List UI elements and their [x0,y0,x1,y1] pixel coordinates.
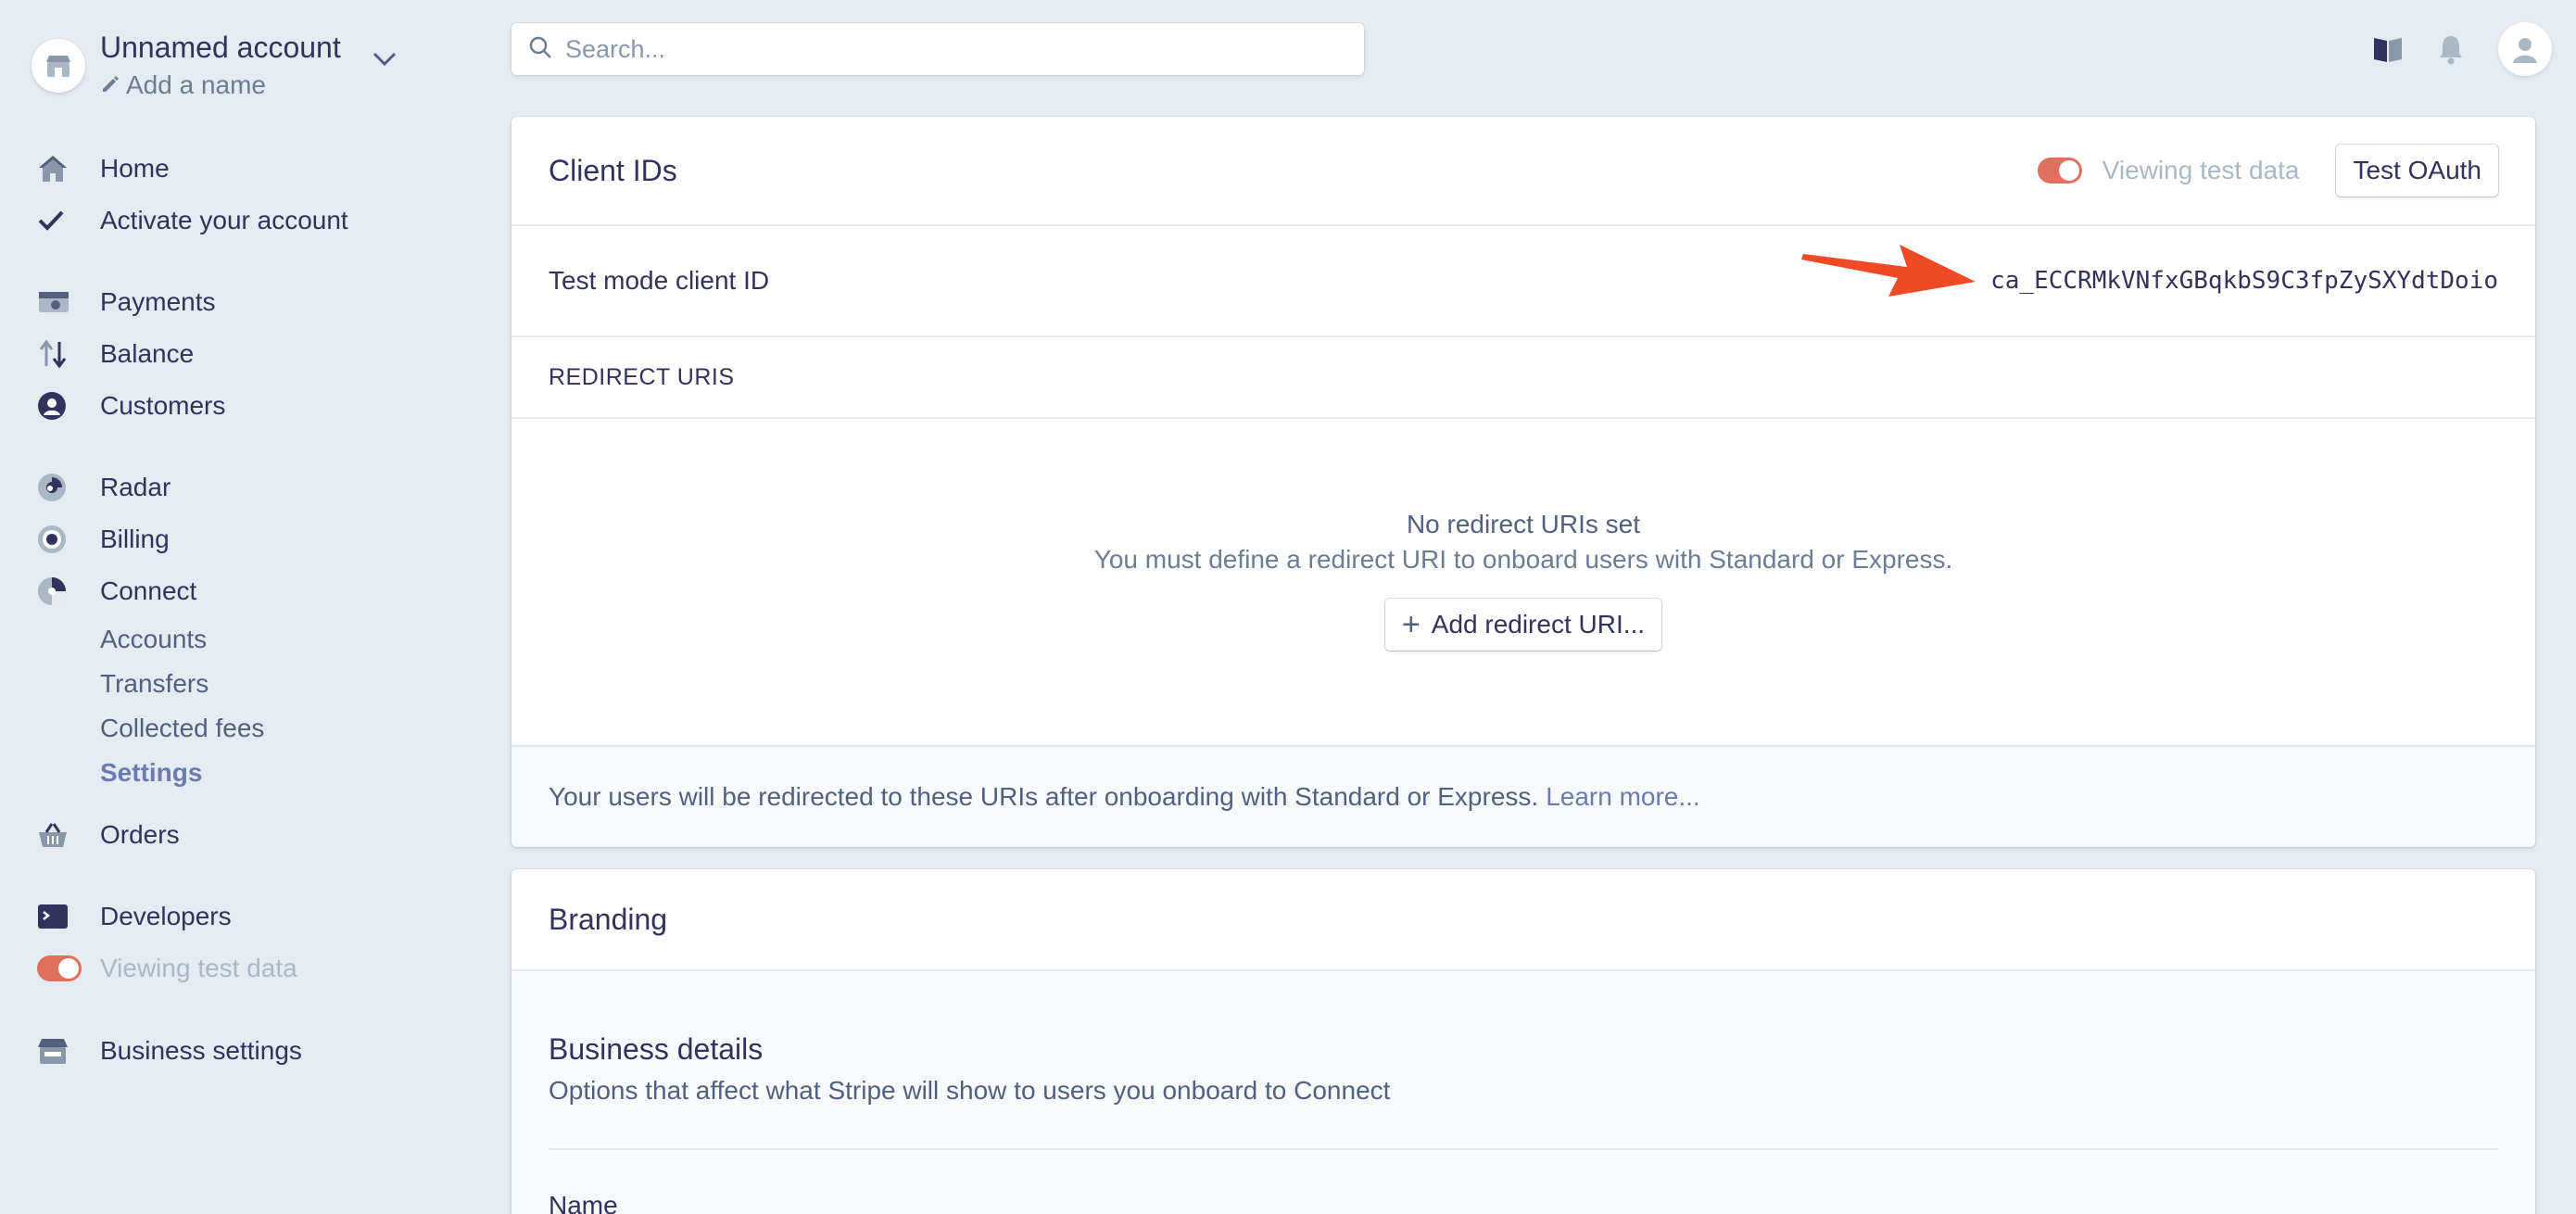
sidebar-item-orders[interactable]: Orders [37,809,180,861]
name-label: Name [549,1191,618,1214]
footer-text: Your users will be redirected to these U… [549,782,1539,811]
sidebar-item-connect[interactable]: Connect [37,565,196,617]
client-id-row: Test mode client ID ca_ECCRMkVNfxGBqkbS9… [511,226,2535,337]
sidebar-subitem-settings[interactable]: Settings [100,752,202,793]
billing-icon [37,521,83,558]
toggle-switch[interactable] [2037,158,2082,183]
sidebar-item-label: Orders [100,820,180,849]
test-mode-client-id-label: Test mode client ID [549,266,770,295]
empty-state-description: You must define a redirect URI to onboar… [1093,545,1953,574]
connect-icon [37,573,83,610]
sidebar-item-activate[interactable]: Activate your account [37,195,348,247]
sidebar-item-label: Business settings [100,1036,302,1065]
sidebar-item-business-settings[interactable]: Business settings [37,1025,302,1077]
sidebar-item-radar[interactable]: Radar [37,462,170,513]
customer-icon [37,387,83,424]
test-oauth-button[interactable]: Test OAuth [2336,145,2498,196]
notifications-bell-icon[interactable] [2437,33,2465,65]
radar-icon [37,469,83,506]
card-header: Client IDs Viewing test data Test OAuth [511,117,2535,226]
redirect-uris-header: REDIRECT URIS [511,337,2535,419]
sidebar-item-label: Customers [100,391,226,420]
sidebar-item-developers[interactable]: Developers [37,891,232,942]
divider [549,1148,2498,1150]
orders-basket-icon [37,816,83,854]
client-ids-card: Client IDs Viewing test data Test OAuth … [511,117,2535,847]
store-icon [37,1032,83,1069]
search-bar[interactable] [511,23,1364,75]
sidebar-item-label: Connect [100,576,197,605]
sidebar-item-home[interactable]: Home [37,143,170,195]
sidebar-subitem-collected-fees[interactable]: Collected fees [100,708,264,749]
sidebar-item-label: Developers [100,902,232,930]
empty-state-title: No redirect URIs set [1406,510,1641,538]
business-details-description: Options that affect what Stripe will sho… [549,1076,1391,1105]
sidebar-item-billing[interactable]: Billing [37,513,170,565]
client-id-value[interactable]: ca_ECCRMkVNfxGBqkbS9C3fpZySXYdtDoio [1990,267,2498,295]
user-avatar-icon[interactable] [2498,22,2552,76]
balance-arrows-icon [37,335,83,373]
sidebar-item-viewing-test-data[interactable]: Viewing test data [37,942,297,994]
branding-body: Business details Options that affect wha… [511,971,2535,1214]
test-data-toggle[interactable] [37,950,83,987]
sidebar-item-label: Billing [100,525,170,553]
redirect-uris-empty-state: No redirect URIs set You must define a r… [511,419,2535,743]
sidebar-item-balance[interactable]: Balance [37,328,194,380]
sidebar-item-label: Home [100,154,170,183]
sidebar: Unnamed account Add a name Home Activate… [0,0,500,1214]
card-footer: Your users will be redirected to these U… [511,745,2535,847]
add-redirect-uri-label: Add redirect URI... [1431,610,1646,639]
sidebar-subitem-accounts[interactable]: Accounts [100,619,207,660]
branding-card: Branding Business details Options that a… [511,869,2535,1214]
add-redirect-uri-button[interactable]: + Add redirect URI... [1384,599,1662,651]
checkmark-icon [37,202,83,239]
account-name[interactable]: Unnamed account [100,26,341,69]
sidebar-item-customers[interactable]: Customers [37,380,225,432]
docs-book-icon[interactable] [2372,34,2404,64]
sidebar-item-label: Viewing test data [100,954,297,982]
sidebar-item-label: Payments [100,287,216,316]
sidebar-item-label: Balance [100,339,195,368]
search-input[interactable] [565,34,1325,64]
viewing-test-data-toggle[interactable]: Viewing test data [2037,156,2300,185]
sidebar-item-payments[interactable]: Payments [37,276,216,328]
learn-more-link[interactable]: Learn more... [1546,782,1700,812]
page-title: Client IDs [549,153,677,187]
red-arrow-annotation [1801,245,1976,297]
terminal-icon [37,898,83,935]
branding-title: Branding [549,902,668,936]
plus-icon: + [1401,607,1421,642]
account-switcher[interactable]: Unnamed account Add a name [32,26,341,102]
business-details-title: Business details [549,1032,764,1066]
sidebar-item-label: Activate your account [100,206,348,234]
home-icon [37,150,83,187]
search-icon [528,35,552,64]
viewing-test-data-label: Viewing test data [2102,156,2300,184]
top-actions [2339,22,2552,76]
sidebar-subitem-transfers[interactable]: Transfers [100,664,208,704]
add-name-label: Add a name [126,70,266,99]
pencil-icon [100,69,120,102]
add-name-link[interactable]: Add a name [100,69,341,102]
card-header: Branding [511,869,2535,971]
chevron-down-icon[interactable] [373,52,397,71]
sidebar-item-label: Radar [100,473,171,501]
store-icon [32,39,85,93]
payments-icon [37,284,83,321]
